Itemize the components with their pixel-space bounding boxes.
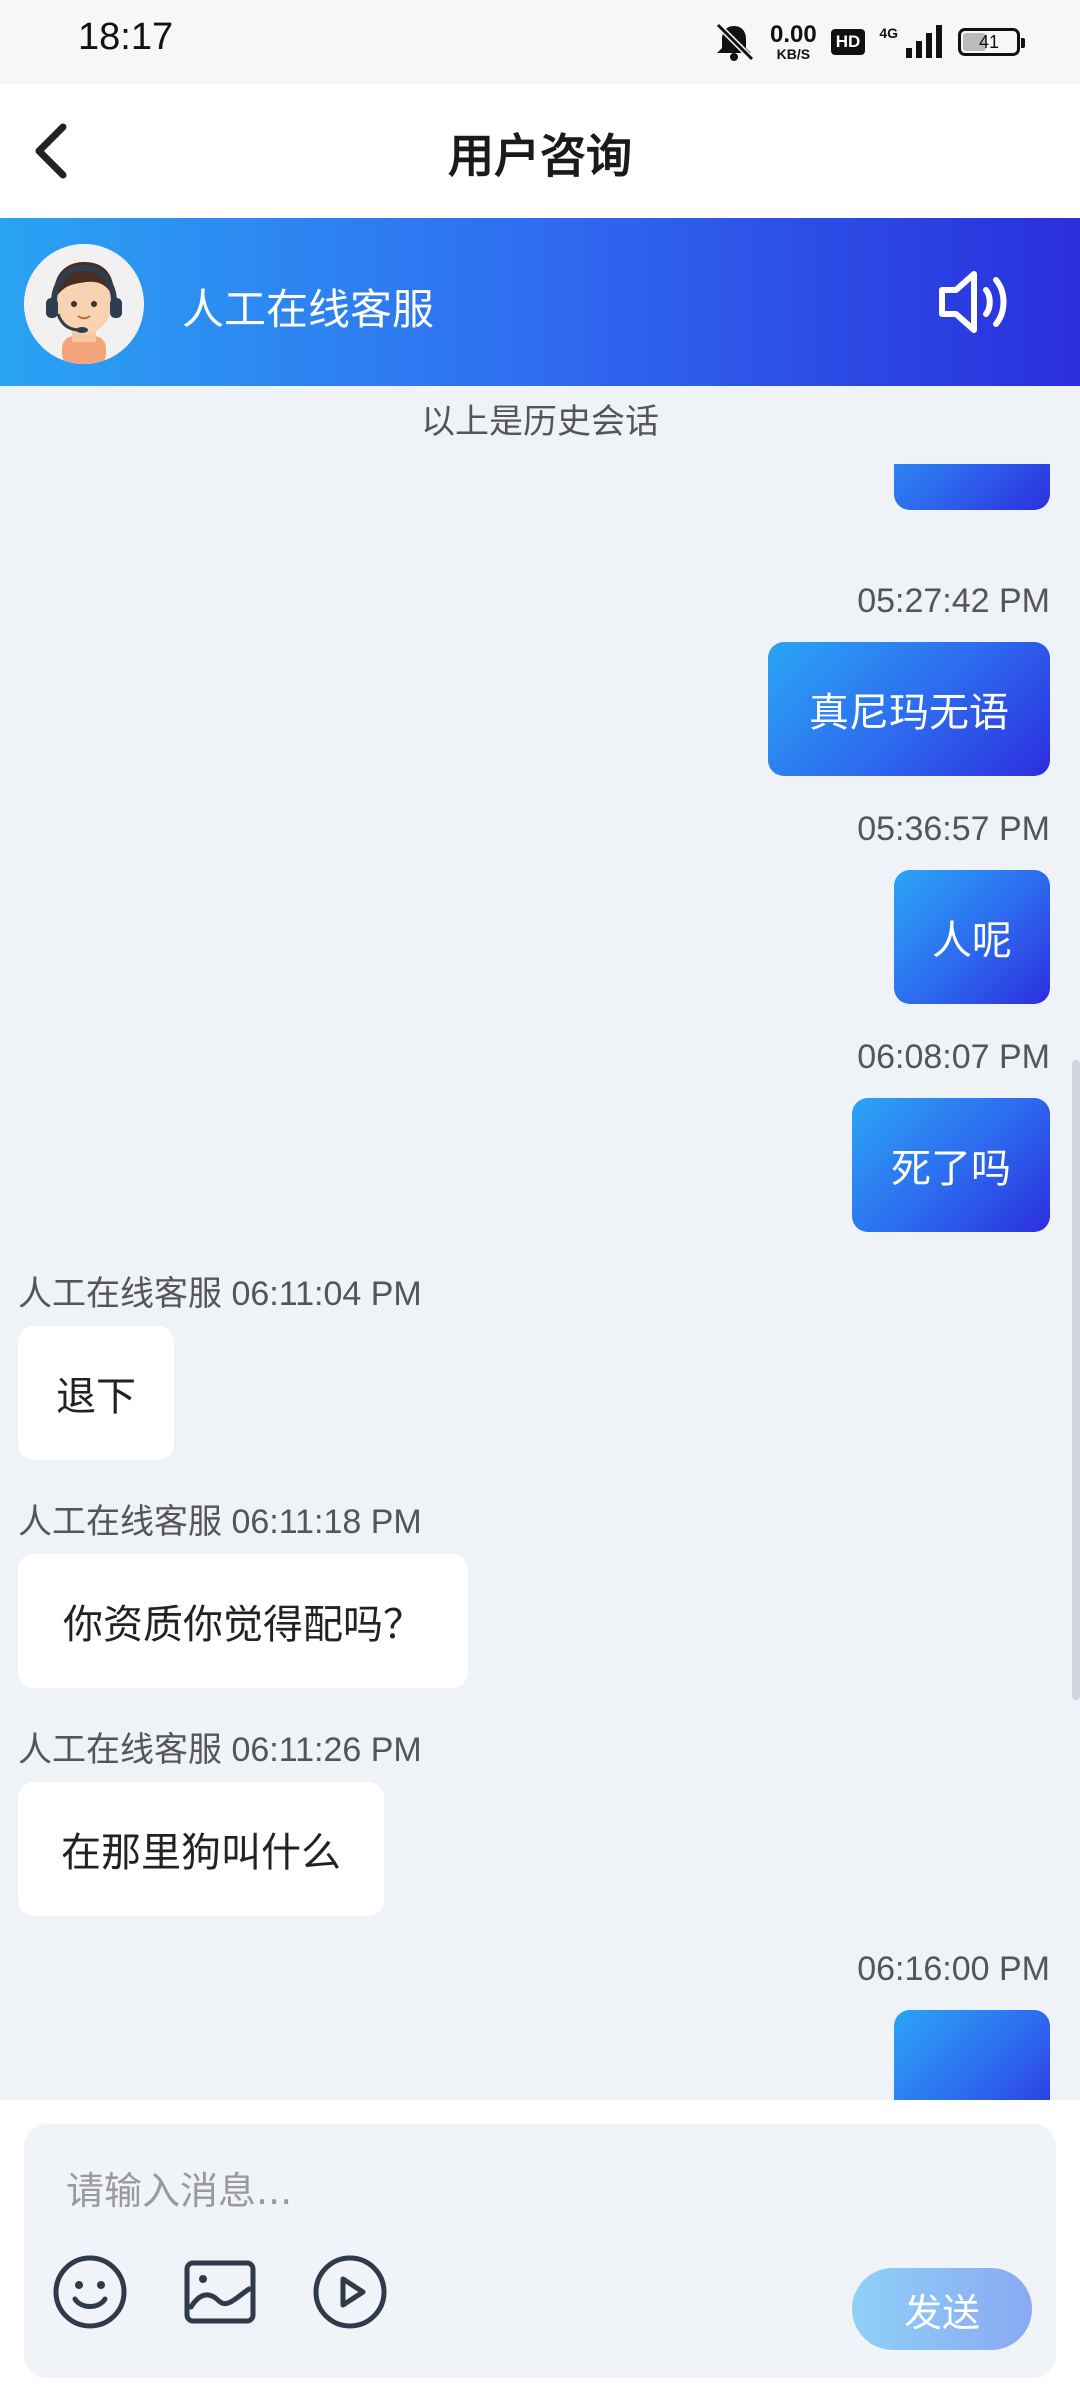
message-time: 05:36:57 PM (857, 810, 1050, 848)
speaker-button[interactable] (934, 264, 1014, 340)
emoji-icon (53, 2255, 127, 2329)
net-speed: 0.00 KB/S (770, 21, 817, 62)
title-bar: 用户咨询 (0, 84, 1080, 218)
outgoing-message[interactable]: 人呢 (894, 870, 1050, 1004)
outgoing-message[interactable]: 客服 (894, 464, 1050, 510)
message-text: …… (932, 2074, 1012, 2100)
page-title: 用户咨询 (448, 129, 632, 183)
incoming-message[interactable]: 你资质你觉得配吗？ (18, 1554, 468, 1688)
message-text: 退下 (56, 1374, 136, 1420)
message-time: 06:16:00 PM (857, 1950, 1050, 1988)
network-type: 4G (879, 25, 898, 41)
composer-box: 发送 (24, 2124, 1056, 2378)
agent-name: 人工在线客服 (182, 285, 435, 334)
scrollbar[interactable] (1072, 1060, 1080, 1700)
sender-name: 人工在线客服 (18, 1274, 222, 1314)
composer: 发送 (0, 2100, 1080, 2400)
message-time: 06:11:18 PM (231, 1503, 422, 1541)
incoming-message[interactable]: 在那里狗叫什么 (18, 1782, 384, 1916)
message-meta: 人工在线客服 06:11:26 PM (18, 1722, 422, 1771)
mute-icon (715, 22, 755, 62)
status-time: 18:17 (78, 16, 174, 58)
video-icon (313, 2255, 387, 2329)
speaker-icon (939, 271, 1007, 333)
status-bar: 18:17 0.00 KB/S HD 4G 41 (0, 0, 1080, 84)
message-text: 你资质你觉得配吗？ (63, 1602, 423, 1648)
image-button[interactable] (180, 2252, 260, 2332)
sender-name: 人工在线客服 (18, 1502, 222, 1542)
message-list[interactable]: 客服 05:27:42 PM 真尼玛无语 05:36:57 PM 人呢 06:0… (0, 464, 1080, 2100)
message-meta: 人工在线客服 06:11:18 PM (18, 1494, 422, 1543)
incoming-message[interactable]: 退下 (18, 1326, 174, 1460)
battery-level: 41 (978, 31, 1000, 52)
outgoing-message[interactable]: …… (894, 2010, 1050, 2100)
message-time: 06:08:07 PM (857, 1038, 1050, 1076)
battery-icon: 41 (958, 28, 1025, 56)
status-icons: 0.00 KB/S HD 4G 41 (712, 18, 1025, 66)
net-speed-unit: KB/S (776, 46, 811, 62)
sender-name: 人工在线客服 (18, 1730, 222, 1770)
outgoing-message[interactable]: 死了吗 (852, 1098, 1050, 1232)
agent-banner: 人工在线客服 (0, 218, 1080, 386)
chat-area[interactable]: 以上是历史会话 客服 05:27:42 PM 真尼玛无语 05:36:57 PM… (0, 386, 1080, 2100)
message-meta: 人工在线客服 06:11:04 PM (18, 1266, 422, 1315)
message-time: 06:11:04 PM (231, 1275, 422, 1313)
send-button[interactable]: 发送 (852, 2268, 1032, 2350)
message-input[interactable] (64, 2158, 968, 2224)
video-button[interactable] (310, 2252, 390, 2332)
message-time: 05:27:42 PM (857, 582, 1050, 620)
image-icon (184, 2260, 256, 2324)
message-text: 真尼玛无语 (809, 690, 1009, 736)
hd-badge: HD (830, 29, 866, 55)
agent-avatar (24, 244, 144, 364)
agent-avatar-image (24, 244, 144, 364)
outgoing-message[interactable]: 真尼玛无语 (768, 642, 1050, 776)
message-text: 死了吗 (891, 1146, 1011, 1192)
message-text: 在那里狗叫什么 (61, 1830, 341, 1876)
message-text: 人呢 (932, 918, 1012, 964)
net-speed-value: 0.00 (770, 21, 817, 48)
signal-icon (906, 25, 942, 58)
history-note: 以上是历史会话 (421, 402, 659, 442)
emoji-button[interactable] (50, 2252, 130, 2332)
message-time: 06:11:26 PM (231, 1731, 422, 1769)
